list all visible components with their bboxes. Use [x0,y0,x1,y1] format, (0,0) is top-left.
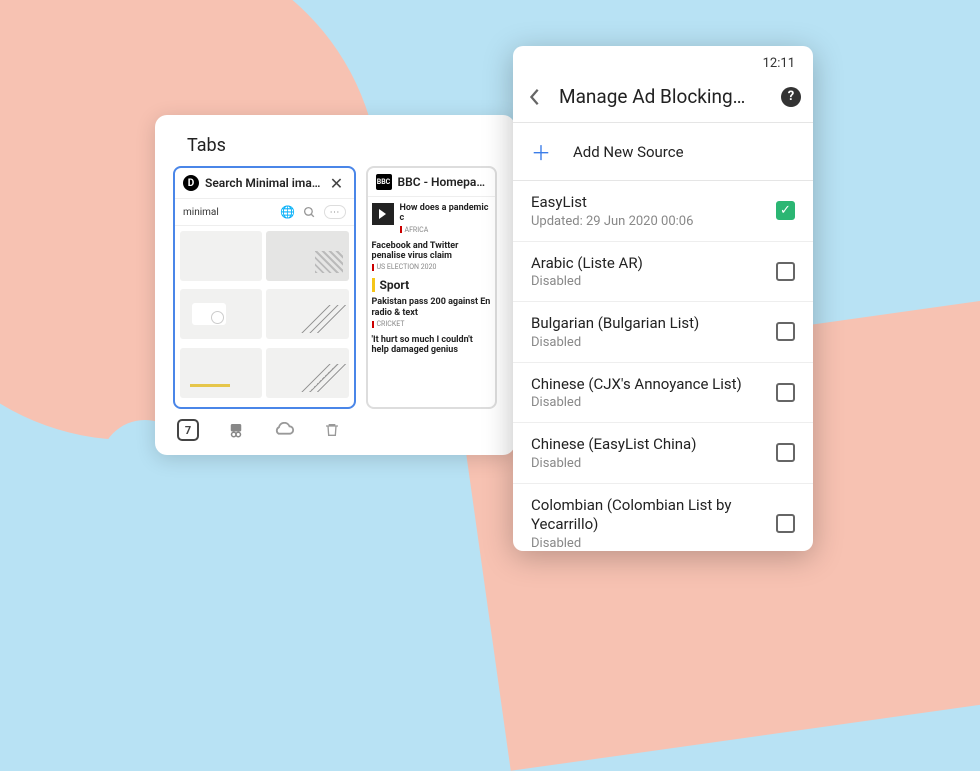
back-button[interactable] [525,87,545,107]
app-bar: Manage Ad Blocking… ? [513,75,813,122]
app-title: Manage Ad Blocking… [559,85,767,108]
tabs-window-title: Tabs [187,135,497,156]
tabs-window: Tabs D Search Minimal images o ✕ minimal… [155,115,515,455]
news-headline: Facebook and Twitter penalise virus clai… [372,241,492,262]
play-icon [372,203,394,225]
source-status: Disabled [531,456,764,471]
source-item[interactable]: Chinese (CJX's Annoyance List)Disabled [513,363,813,424]
news-item: Pakistan pass 200 against En radio & tex… [372,297,492,328]
news-item: 'It hurt so much I couldn't help damaged… [372,335,492,356]
tabs-toolbar: 7 [173,409,497,441]
status-time: 12:11 [763,56,795,71]
source-name: Chinese (EasyList China) [531,435,764,455]
source-item[interactable]: Chinese (EasyList China)Disabled [513,423,813,484]
source-item[interactable]: Bulgarian (Bulgarian List)Disabled [513,302,813,363]
source-item[interactable]: Colombian (Colombian List by Yecarrillo)… [513,484,813,552]
phone-screen: 12:11 Manage Ad Blocking… ? ＋ Add New So… [513,46,813,551]
grid-image[interactable] [266,289,348,339]
help-button[interactable]: ? [781,87,801,107]
source-status: Updated: 29 Jun 2020 00:06 [531,214,764,229]
plus-icon: ＋ [531,137,551,166]
tab-title: Search Minimal images o [205,176,322,190]
grid-image[interactable] [266,348,348,398]
news-headline: Pakistan pass 200 against En radio & tex… [372,297,492,318]
source-status: Disabled [531,536,764,551]
source-status: Disabled [531,335,764,350]
tab-title: BBC - Homepage [398,175,488,189]
trash-icon[interactable] [321,419,343,441]
favicon-icon: BBC [376,174,392,190]
grid-image[interactable] [180,289,262,339]
status-bar: 12:11 [513,46,813,75]
search-input[interactable]: minimal [183,207,274,218]
source-checkbox[interactable] [776,322,795,341]
news-category: AFRICA [400,226,492,234]
grid-image[interactable] [180,231,262,281]
source-name: Colombian (Colombian List by Yecarrillo) [531,496,764,535]
close-tab-button[interactable]: ✕ [328,174,346,192]
news-headline: How does a pandemic c [400,203,492,224]
more-icon[interactable]: ⋯ [324,205,346,219]
tab-card-active[interactable]: D Search Minimal images o ✕ minimal 🌐 ⋯ [173,166,356,409]
tab-header: BBC BBC - Homepage [368,168,496,197]
source-item[interactable]: EasyListUpdated: 29 Jun 2020 00:06 ✓ [513,181,813,242]
favicon-icon: D [183,175,199,191]
source-checkbox[interactable]: ✓ [776,201,795,220]
add-source-label: Add New Source [573,143,684,161]
source-name: Arabic (Liste AR) [531,254,764,274]
cloud-icon[interactable] [273,419,295,441]
tab-toolbar: minimal 🌐 ⋯ [175,199,354,226]
source-name: EasyList [531,193,764,213]
add-source-button[interactable]: ＋ Add New Source [513,122,813,181]
source-checkbox[interactable] [776,514,795,533]
source-name: Chinese (CJX's Annoyance List) [531,375,764,395]
source-checkbox[interactable] [776,443,795,462]
tab-header: D Search Minimal images o ✕ [175,168,354,199]
tabs-list: D Search Minimal images o ✕ minimal 🌐 ⋯ [173,166,497,409]
tab-count-button[interactable]: 7 [177,419,199,441]
globe-icon[interactable]: 🌐 [280,204,296,220]
news-category: CRICKET [372,320,492,328]
tab-card[interactable]: BBC BBC - Homepage How does a pandemic c… [366,166,498,409]
image-grid [175,226,354,407]
source-list: EasyListUpdated: 29 Jun 2020 00:06 ✓ Arabi… [513,181,813,551]
source-status: Disabled [531,395,764,410]
source-checkbox[interactable] [776,383,795,402]
source-checkbox[interactable] [776,262,795,281]
news-headline: 'It hurt so much I couldn't help damaged… [372,335,492,356]
source-name: Bulgarian (Bulgarian List) [531,314,764,334]
tab-preview: How does a pandemic c AFRICA Facebook an… [368,197,496,407]
source-status: Disabled [531,274,764,289]
grid-image[interactable] [266,231,348,281]
sport-section-label: Sport [372,278,492,292]
news-item: How does a pandemic c AFRICA [372,203,492,234]
incognito-icon[interactable] [225,419,247,441]
news-category: US ELECTION 2020 [372,263,492,271]
grid-image[interactable] [180,348,262,398]
news-item: Facebook and Twitter penalise virus clai… [372,241,492,272]
source-item[interactable]: Arabic (Liste AR)Disabled [513,242,813,303]
search-icon[interactable] [302,204,318,220]
